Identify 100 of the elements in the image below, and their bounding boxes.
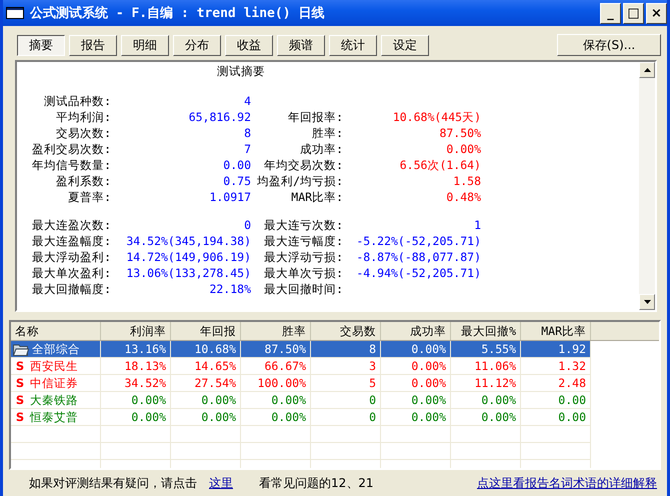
window-icon [6, 7, 24, 19]
table-cell: 0.00 [521, 409, 591, 426]
table-cell: 13.16% [101, 341, 171, 358]
empty-cell [521, 443, 591, 460]
table-row[interactable]: 全部综合 13.16% 10.68% 87.50% 8 0.00% 5.55% 1.92 [11, 341, 659, 358]
column-header[interactable]: 年回报 [171, 322, 241, 340]
stat-label: 年回报率: [287, 110, 343, 124]
table-cell: 18.13% [101, 358, 171, 375]
table-row[interactable]: S 大秦铁路 0.00% 0.00% 0.00% 0 0.00% 0.00% 0.00 [11, 392, 659, 409]
maximize-button[interactable]: □ [623, 2, 644, 24]
glossary-link[interactable]: 点这里看报告名词术语的详细解释 [477, 474, 657, 492]
table-cell: 14.65% [171, 358, 241, 375]
table-cell: 0.00% [381, 409, 451, 426]
table-cell: 0.00% [381, 375, 451, 392]
empty-cell [171, 426, 241, 443]
stat-value: -4.94%(-52,205.71) [355, 266, 481, 280]
table-row[interactable]: S 西安民生 18.13% 14.65% 66.67% 3 0.00% 11.06% 1.32 [11, 358, 659, 375]
empty-cell [311, 426, 381, 443]
stat-value: 0.75 [222, 174, 251, 188]
column-header[interactable]: MAR比率 [521, 322, 591, 340]
stat-label: 盈利交易次数: [31, 142, 111, 156]
stat-value: 1.0917 [208, 190, 251, 204]
tab[interactable]: 摘要 [17, 34, 65, 56]
table-cell: 0 [311, 409, 381, 426]
stat-value: 1 [473, 218, 481, 232]
table-cell: 0.00% [171, 409, 241, 426]
stat-label: 最大连亏幅度: [263, 234, 343, 248]
stat-value: 0 [243, 218, 251, 232]
minimize-button[interactable]: _ [600, 2, 621, 24]
table-cell: 0 [311, 392, 381, 409]
stat-value: 0.00% [445, 142, 481, 156]
stat-value: 65,816.92 [188, 110, 251, 124]
tab[interactable]: 报告 [69, 34, 117, 56]
table-row[interactable]: S 中信证券 34.52% 27.54% 100.00% 5 0.00% 11.12% 2.48 [11, 375, 659, 392]
column-header[interactable]: 胜率 [241, 322, 311, 340]
stat-label: 最大浮动亏损: [263, 250, 343, 264]
stat-label: 年均信号数量: [31, 158, 111, 172]
table-cell: 100.00% [241, 375, 311, 392]
column-header[interactable]: 成功率 [381, 322, 451, 340]
stat-value: 10.68%(445天) [392, 110, 481, 124]
scroll-up-button[interactable] [639, 62, 655, 78]
stock-marker: S [14, 410, 26, 424]
stat-value: 4 [243, 94, 251, 108]
empty-cell [381, 443, 451, 460]
table-cell: 5.55% [451, 341, 521, 358]
stat-label: 交易次数: [55, 126, 111, 140]
stat-value: 8 [243, 126, 251, 140]
table-cell: 10.68% [171, 341, 241, 358]
stat-value: -8.87%(-88,077.87) [355, 250, 481, 264]
stock-name: 西安民生 [30, 358, 78, 374]
stock-name: 全部综合 [32, 342, 80, 356]
scroll-down-button[interactable] [639, 294, 655, 310]
empty-cell [171, 443, 241, 460]
window-title: 公式测试系统 - F.自编 : trend line() 日线 [30, 4, 326, 22]
empty-cell [241, 443, 311, 460]
tab[interactable]: 收益 [225, 34, 273, 56]
empty-cell [381, 426, 451, 443]
tab[interactable]: 设定 [381, 34, 429, 56]
up-arrow-icon [644, 68, 650, 72]
save-button[interactable]: 保存(S)... [557, 34, 661, 56]
stat-value: 22.18% [208, 282, 251, 296]
table-cell: 27.54% [171, 375, 241, 392]
table-cell: 1.32 [521, 358, 591, 375]
faq-link[interactable]: 这里 [209, 474, 233, 492]
stat-label: 最大连盈幅度: [31, 234, 111, 248]
stock-name: 中信证券 [30, 376, 78, 390]
column-header[interactable]: 利润率 [101, 322, 171, 340]
help-text: 看常见问题的12、21 [259, 474, 374, 492]
stock-name: 恒泰艾普 [30, 410, 78, 424]
stat-label: MAR比率: [290, 190, 343, 204]
column-header[interactable]: 最大回撤% [451, 322, 521, 340]
stat-value: 34.52%(345,194.38) [125, 234, 251, 248]
empty-cell [521, 426, 591, 443]
column-header[interactable]: 交易数 [311, 322, 381, 340]
column-header[interactable]: 名称 [11, 322, 101, 340]
empty-cell [311, 443, 381, 460]
tab[interactable]: 频谱 [277, 34, 325, 56]
stat-label: 最大单次亏损: [263, 266, 343, 280]
table-cell: 34.52% [101, 375, 171, 392]
table-cell: 0.00% [381, 392, 451, 409]
table-cell: 0.00% [171, 392, 241, 409]
tab[interactable]: 明细 [121, 34, 169, 56]
empty-cell [451, 426, 521, 443]
empty-cell [241, 426, 311, 443]
down-arrow-icon [644, 300, 650, 304]
close-button[interactable]: × [646, 2, 667, 24]
tab[interactable]: 统计 [329, 34, 377, 56]
table-cell: 0.00% [451, 392, 521, 409]
stat-value: 87.50% [438, 126, 481, 140]
stat-label: 成功率: [299, 142, 343, 156]
table-row[interactable]: S 恒泰艾普 0.00% 0.00% 0.00% 0 0.00% 0.00% 0.00 [11, 409, 659, 426]
stat-label: 最大回撤时间: [263, 282, 343, 296]
scrollbar[interactable] [639, 62, 655, 310]
tab[interactable]: 分布 [173, 34, 221, 56]
table-cell: 0.00 [521, 392, 591, 409]
stat-label: 测试品种数: [43, 94, 111, 108]
stock-marker: S [14, 359, 26, 373]
table-cell: 87.50% [241, 341, 311, 358]
stat-value: 6.56次(1.64) [398, 158, 481, 172]
empty-cell [101, 426, 171, 443]
